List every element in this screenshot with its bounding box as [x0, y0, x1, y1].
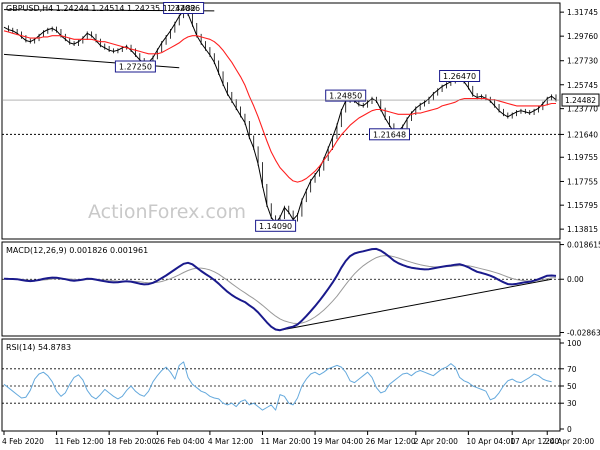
x-tick-label-7: 26 Mar 12:00 [366, 437, 416, 446]
price-tick-2: 1.27730 [567, 57, 598, 66]
x-tick-label-3: 26 Feb 04:00 [155, 437, 204, 446]
x-tick-label-5: 11 Mar 20:00 [260, 437, 310, 446]
watermark: ActionForex.com [88, 201, 246, 223]
price-callout-2: 1.14090 [255, 219, 297, 232]
price-callout-3-label: 1.24850 [329, 92, 362, 101]
price-tick-6: 1.19755 [567, 153, 598, 162]
x-tick-label-8: 2 Apr 20:00 [414, 437, 458, 446]
price-tick-9: 1.13815 [567, 225, 598, 234]
x-tick-label-4: 4 Mar 12:00 [208, 437, 254, 446]
macd-title: MACD(12,26,9) 0.001826 0.001961 [6, 246, 148, 255]
rsi-tick-3: 30 [567, 399, 577, 408]
x-tick-label-0: 4 Feb 2020 [2, 437, 44, 446]
rsi-title: RSI(14) 54.8783 [6, 343, 71, 352]
x-tick-label-6: 19 Mar 04:00 [313, 437, 363, 446]
price-callout-4-label: 1.21648 [373, 130, 406, 139]
rsi-tick-1: 70 [567, 365, 577, 374]
price-callout-2-label: 1.14090 [259, 222, 292, 231]
x-tick-label-9: 10 Apr 04:00 [466, 437, 515, 446]
price-callout-5-label: 1.26470 [443, 72, 476, 81]
x-tick-label-11: 24 Apr 20:00 [545, 437, 594, 446]
macd-tick-1: 0.00 [567, 275, 584, 284]
chart-svg: 1.317451.297601.277301.257451.237701.216… [0, 0, 600, 450]
price-tick-3: 1.25745 [567, 81, 598, 90]
rsi-tick-4: 0 [567, 425, 572, 434]
current-price-label: 1.24482 [565, 96, 596, 105]
price-callout-1-label: 1.27250 [119, 63, 152, 72]
x-tick-label-2: 18 Feb 20:00 [107, 437, 156, 446]
price-callout-5: 1.26470 [439, 70, 481, 82]
price-tick-8: 1.15795 [567, 201, 598, 210]
price-callout-4: 1.21648 [369, 128, 410, 141]
chart-background [0, 0, 600, 450]
price-tick-0: 1.31745 [567, 8, 598, 17]
x-tick-label-1: 11 Feb 12:00 [55, 437, 104, 446]
price-tick-5: 1.21640 [567, 130, 598, 139]
rsi-tick-0: 100 [567, 339, 582, 348]
price-callout-1: 1.27250 [114, 60, 156, 73]
chart-header: GBPUSD,H4 1.24244 1.24514 1.24235 1.2448… [6, 4, 196, 13]
price-tick-7: 1.17755 [567, 177, 598, 186]
price-tick-1: 1.29760 [567, 32, 598, 41]
rsi-tick-2: 50 [567, 382, 577, 391]
price-callout-3: 1.24850 [325, 89, 367, 102]
macd-tick-2: -0.028631 [567, 329, 600, 338]
macd-tick-0: 0.018615 [567, 241, 600, 250]
